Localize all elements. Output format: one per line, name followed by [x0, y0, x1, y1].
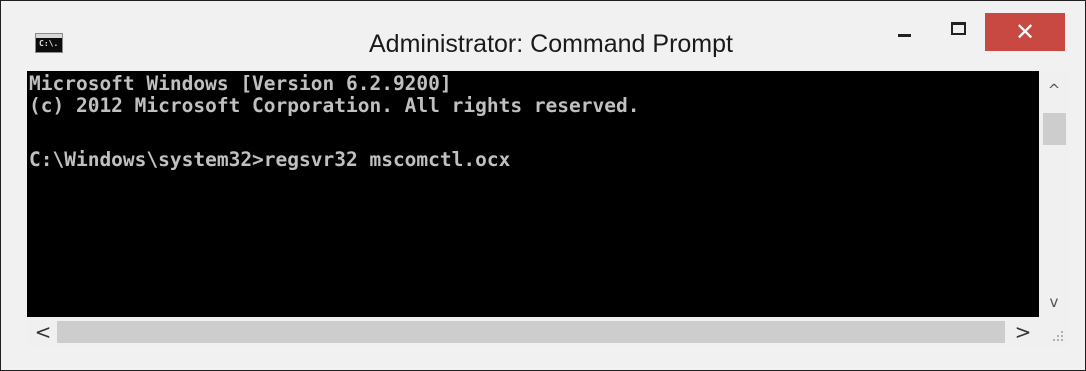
console-line-version: Microsoft Windows [Version 6.2.9200]: [29, 72, 452, 95]
vertical-scrollbar[interactable]: ^ v: [1039, 71, 1069, 317]
close-icon: ✕: [1014, 18, 1036, 46]
console-line-copyright: (c) 2012 Microsoft Corporation. All righ…: [29, 94, 640, 117]
scroll-down-icon[interactable]: v: [1039, 289, 1069, 315]
close-button[interactable]: ✕: [985, 13, 1065, 51]
maximize-button[interactable]: [933, 13, 985, 51]
minimize-button[interactable]: [879, 13, 931, 51]
horizontal-scrollbar[interactable]: < >: [27, 317, 1039, 347]
horizontal-scroll-thumb[interactable]: [57, 321, 1005, 343]
minimize-icon: [898, 34, 911, 37]
console-line-command: C:\Windows\system32>regsvr32 mscomctl.oc…: [29, 148, 511, 171]
title-bar[interactable]: C:\. Administrator: Command Prompt ✕: [1, 1, 1085, 71]
command-prompt-window: C:\. Administrator: Command Prompt ✕ Mic…: [0, 0, 1086, 371]
scroll-left-icon[interactable]: <: [29, 317, 57, 347]
vertical-scroll-thumb[interactable]: [1043, 113, 1066, 145]
maximize-icon: [951, 22, 966, 35]
scroll-right-icon[interactable]: >: [1009, 317, 1037, 347]
scroll-up-icon[interactable]: ^: [1039, 77, 1069, 103]
resize-grip-icon[interactable]: [1039, 317, 1069, 347]
console-output[interactable]: Microsoft Windows [Version 6.2.9200] (c)…: [27, 71, 1039, 317]
